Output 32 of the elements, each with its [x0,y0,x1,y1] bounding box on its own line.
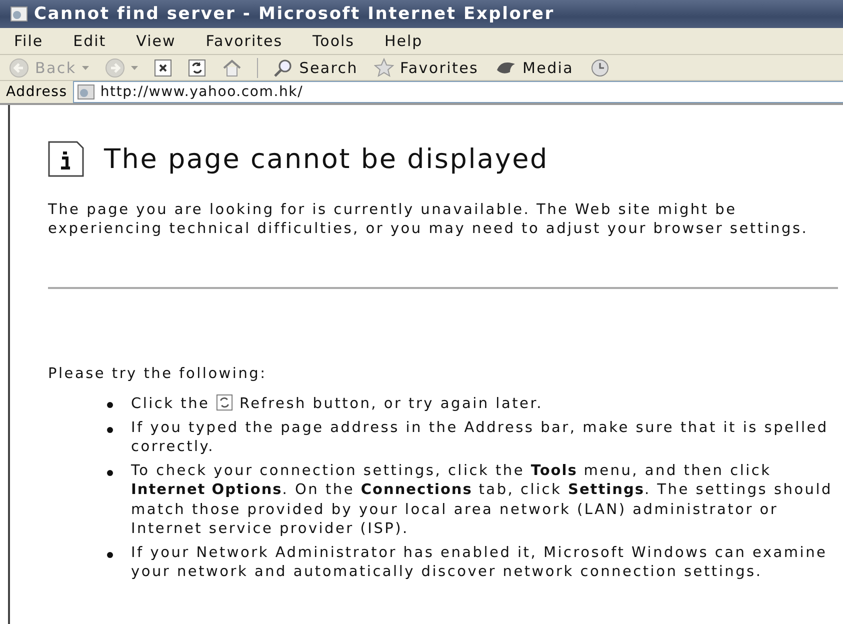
caret-icon [131,66,138,70]
menu-item[interactable]: Help [380,32,427,50]
home-icon [222,58,242,78]
address-field[interactable]: http://www.yahoo.com.hk/ [73,81,843,103]
caret-icon [82,66,90,70]
window-title: Cannot find server - Microsoft Internet Explorer [34,4,554,24]
bullet-text: Click the [131,396,210,412]
menu-item[interactable]: File [10,32,48,50]
info-icon [48,141,84,177]
stop-icon [154,58,172,76]
media-button[interactable]: Media [492,56,577,79]
instructions-label: Please try the following: [48,365,268,384]
address-label: Address [6,84,68,100]
bullet-text: To check your connection settings, click the Tools menu, and then click Internet Options. On the Connections tab, click Settings. The settings should match those provided by your local area network (LAN) administrator or Internet service provider (ISP). [131,462,834,539]
search-button[interactable]: Search [270,56,361,79]
refresh-icon [216,394,234,411]
menu-item[interactable]: Favorites [202,32,287,50]
history-icon [590,58,610,78]
favorites-button[interactable]: Favorites [370,56,482,79]
star-icon [374,58,394,78]
browser-icon [10,5,28,23]
menu-item[interactable]: Tools [308,32,358,50]
search-icon [273,58,294,78]
error-heading: The page cannot be displayed [104,144,548,174]
refresh-icon [188,58,206,76]
bullet-text: If you typed the page address in the Address bar, make sure that it is spelled correctly. [131,418,830,457]
intro-paragraph: The page you are looking for is currently unavailable. The Web site might be experiencing technical difficulties, or you may need to adjust your browser settings. [48,201,810,239]
bullet-text: If your Network Administrator has enabled it, Microsoft Windows can examine your network and automatically discover network connection settings. [131,544,828,582]
page-icon [77,84,96,100]
bullet-text: Refresh button, or try again later. [239,396,543,412]
menu-item[interactable]: Edit [69,32,110,50]
menu-item[interactable]: View [132,32,180,50]
